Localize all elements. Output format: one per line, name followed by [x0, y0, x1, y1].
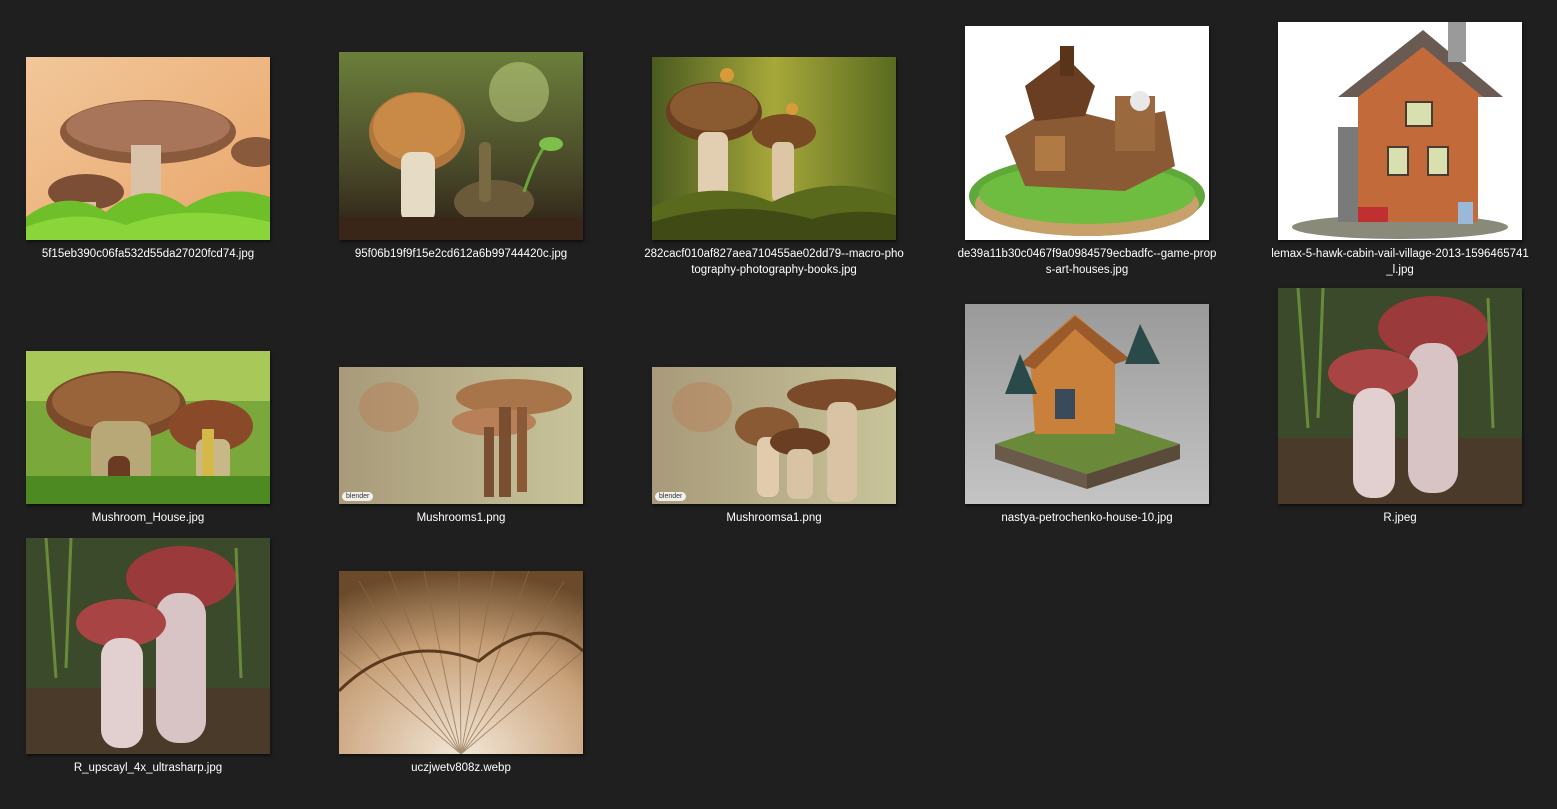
- file-tile[interactable]: 95f06b19f9f15e2cd612a6b99744420c.jpg: [331, 22, 591, 272]
- thumbnail-frame: [25, 536, 271, 754]
- mushroom-gills-thumbnail[interactable]: [339, 571, 583, 754]
- thumbnail-frame: [1277, 286, 1523, 504]
- file-name[interactable]: 95f06b19f9f15e2cd612a6b99744420c.jpg: [331, 246, 591, 262]
- file-name[interactable]: 5f15eb390c06fa532d55da27020fcd74.jpg: [18, 246, 278, 262]
- file-tile[interactable]: uczjwetv808z.webp: [331, 536, 591, 786]
- thumbnail-frame: [651, 22, 897, 240]
- file-tile[interactable]: de39a11b30c0467f9a0984579ecbadfc--game-p…: [957, 22, 1217, 276]
- mushroom-snail-thumbnail[interactable]: [339, 52, 583, 240]
- file-name[interactable]: Mushroom_House.jpg: [18, 510, 278, 526]
- porcini-mushroom-thumbnail[interactable]: [1278, 288, 1522, 504]
- file-tile[interactable]: 282cacf010af827aea710455ae02dd79--macro-…: [644, 22, 904, 276]
- file-name[interactable]: R_upscayl_4x_ultrasharp.jpg: [18, 760, 278, 776]
- file-tile[interactable]: R.jpeg: [1270, 286, 1530, 536]
- file-name[interactable]: 282cacf010af827aea710455ae02dd79--macro-…: [644, 246, 904, 278]
- file-tile[interactable]: lemax-5-hawk-cabin-vail-village-2013-159…: [1270, 22, 1530, 276]
- thumbnail-frame: blender: [338, 286, 584, 504]
- file-tile[interactable]: Mushroom_House.jpg: [18, 286, 278, 536]
- thumbnail-frame: [964, 22, 1210, 240]
- blender-mushrooms-thumbnail[interactable]: blender: [652, 367, 896, 504]
- thumbnail-frame: blender: [651, 286, 897, 504]
- game-house-thumbnail[interactable]: [965, 26, 1209, 240]
- file-name[interactable]: uczjwetv808z.webp: [331, 760, 591, 776]
- file-grid: 5f15eb390c06fa532d55da27020fcd74.jpg 95f…: [0, 0, 1557, 809]
- file-name[interactable]: Mushrooms1.png: [331, 510, 591, 526]
- file-tile[interactable]: nastya-petrochenko-house-10.jpg: [957, 286, 1217, 536]
- file-tile[interactable]: blender Mushrooms1.png: [331, 286, 591, 536]
- file-name[interactable]: R.jpeg: [1270, 510, 1530, 526]
- thumbnail-frame: [964, 286, 1210, 504]
- cabin-figurine-thumbnail[interactable]: [1278, 22, 1522, 240]
- file-tile[interactable]: blender Mushroomsa1.png: [644, 286, 904, 536]
- blender-mushrooms-thumbnail[interactable]: blender: [339, 367, 583, 504]
- isometric-house-thumbnail[interactable]: [965, 304, 1209, 504]
- blender-badge: blender: [655, 492, 687, 501]
- thumbnail-frame: [25, 286, 271, 504]
- porcini-mushroom-thumbnail[interactable]: [26, 538, 270, 754]
- thumbnail-frame: [25, 22, 271, 240]
- blender-badge: blender: [342, 492, 374, 501]
- mushroom-house-thumbnail[interactable]: [26, 351, 270, 504]
- file-name[interactable]: lemax-5-hawk-cabin-vail-village-2013-159…: [1270, 246, 1530, 278]
- file-tile[interactable]: 5f15eb390c06fa532d55da27020fcd74.jpg: [18, 22, 278, 272]
- thumbnail-frame: [338, 536, 584, 754]
- shiitake-mushroom-thumbnail[interactable]: [26, 57, 270, 240]
- file-tile[interactable]: R_upscayl_4x_ultrasharp.jpg: [18, 536, 278, 786]
- thumbnail-frame: [338, 22, 584, 240]
- mushrooms-moss-thumbnail[interactable]: [652, 57, 896, 240]
- file-name[interactable]: de39a11b30c0467f9a0984579ecbadfc--game-p…: [957, 246, 1217, 278]
- file-name[interactable]: Mushroomsa1.png: [644, 510, 904, 526]
- file-name[interactable]: nastya-petrochenko-house-10.jpg: [957, 510, 1217, 526]
- thumbnail-frame: [1277, 22, 1523, 240]
